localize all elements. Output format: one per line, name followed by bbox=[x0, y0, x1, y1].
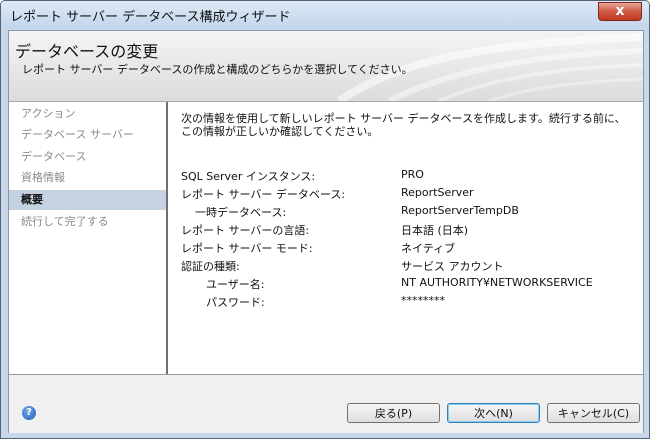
sidebar-item-summary[interactable]: 概要 bbox=[9, 190, 166, 210]
summary-value-username: NT AUTHORITY¥NETWORKSERVICE bbox=[401, 276, 593, 289]
summary-value-auth-type: サービス アカウント bbox=[401, 260, 504, 273]
summary-label-username: ユーザー名: bbox=[206, 278, 265, 291]
sidebar-item-database[interactable]: データベース bbox=[9, 147, 166, 167]
step-sidebar: アクション データベース サーバー データベース 資格情報 概要 続行して完了す… bbox=[9, 102, 168, 374]
next-button[interactable]: 次へ(N) bbox=[447, 403, 540, 423]
summary-label-database: レポート サーバー データベース: bbox=[181, 188, 346, 201]
back-button[interactable]: 戻る(P) bbox=[347, 403, 440, 423]
question-icon[interactable]: ? bbox=[22, 406, 36, 420]
summary-label-language: レポート サーバーの言語: bbox=[181, 224, 310, 237]
summary-label-temp-database: 一時データベース: bbox=[195, 206, 287, 219]
summary-value-database: ReportServer bbox=[401, 186, 474, 199]
sidebar-item-database-server[interactable]: データベース サーバー bbox=[9, 125, 166, 145]
window-title: レポート サーバー データベース構成ウィザード bbox=[10, 10, 291, 25]
title-bar[interactable]: レポート サーバー データベース構成ウィザード x bbox=[1, 1, 649, 28]
summary-label-password: パスワード: bbox=[206, 296, 265, 309]
sidebar-item-action[interactable]: アクション bbox=[9, 104, 166, 124]
intro-text: 次の情報を使用して新しいレポート サーバー データベースを作成します。続行する前… bbox=[181, 112, 626, 138]
summary-value-password: ******** bbox=[401, 294, 445, 307]
summary-label-auth-type: 認証の種類: bbox=[181, 260, 240, 273]
wizard-window: レポート サーバー データベース構成ウィザード x データベースの変更 レポート… bbox=[0, 0, 650, 439]
sidebar-item-credentials[interactable]: 資格情報 bbox=[9, 168, 166, 188]
page-subtitle: レポート サーバー データベースの作成と構成のどちらかを選択してください。 bbox=[22, 63, 413, 76]
summary-value-sql-instance: PRO bbox=[401, 168, 424, 181]
summary-value-mode: ネイティブ bbox=[401, 242, 456, 255]
summary-value-temp-database: ReportServerTempDB bbox=[401, 204, 519, 217]
summary-label-sql-instance: SQL Server インスタンス: bbox=[181, 170, 316, 183]
close-icon: x bbox=[615, 3, 625, 19]
button-bar: ? 戻る(P) 次へ(N) キャンセル(C) bbox=[9, 374, 643, 433]
sidebar-item-finish[interactable]: 続行して完了する bbox=[9, 212, 166, 232]
page-header: データベースの変更 レポート サーバー データベースの作成と構成のどちらかを選択… bbox=[9, 31, 643, 102]
page-title: データベースの変更 bbox=[15, 42, 159, 61]
close-button[interactable]: x bbox=[598, 2, 642, 21]
summary-panel: 次の情報を使用して新しいレポート サーバー データベースを作成します。続行する前… bbox=[168, 102, 643, 374]
dialog-content: データベースの変更 レポート サーバー データベースの作成と構成のどちらかを選択… bbox=[8, 30, 644, 433]
summary-value-language: 日本語 (日本) bbox=[401, 224, 469, 237]
summary-label-mode: レポート サーバー モード: bbox=[181, 242, 313, 255]
cancel-button[interactable]: キャンセル(C) bbox=[547, 403, 640, 423]
